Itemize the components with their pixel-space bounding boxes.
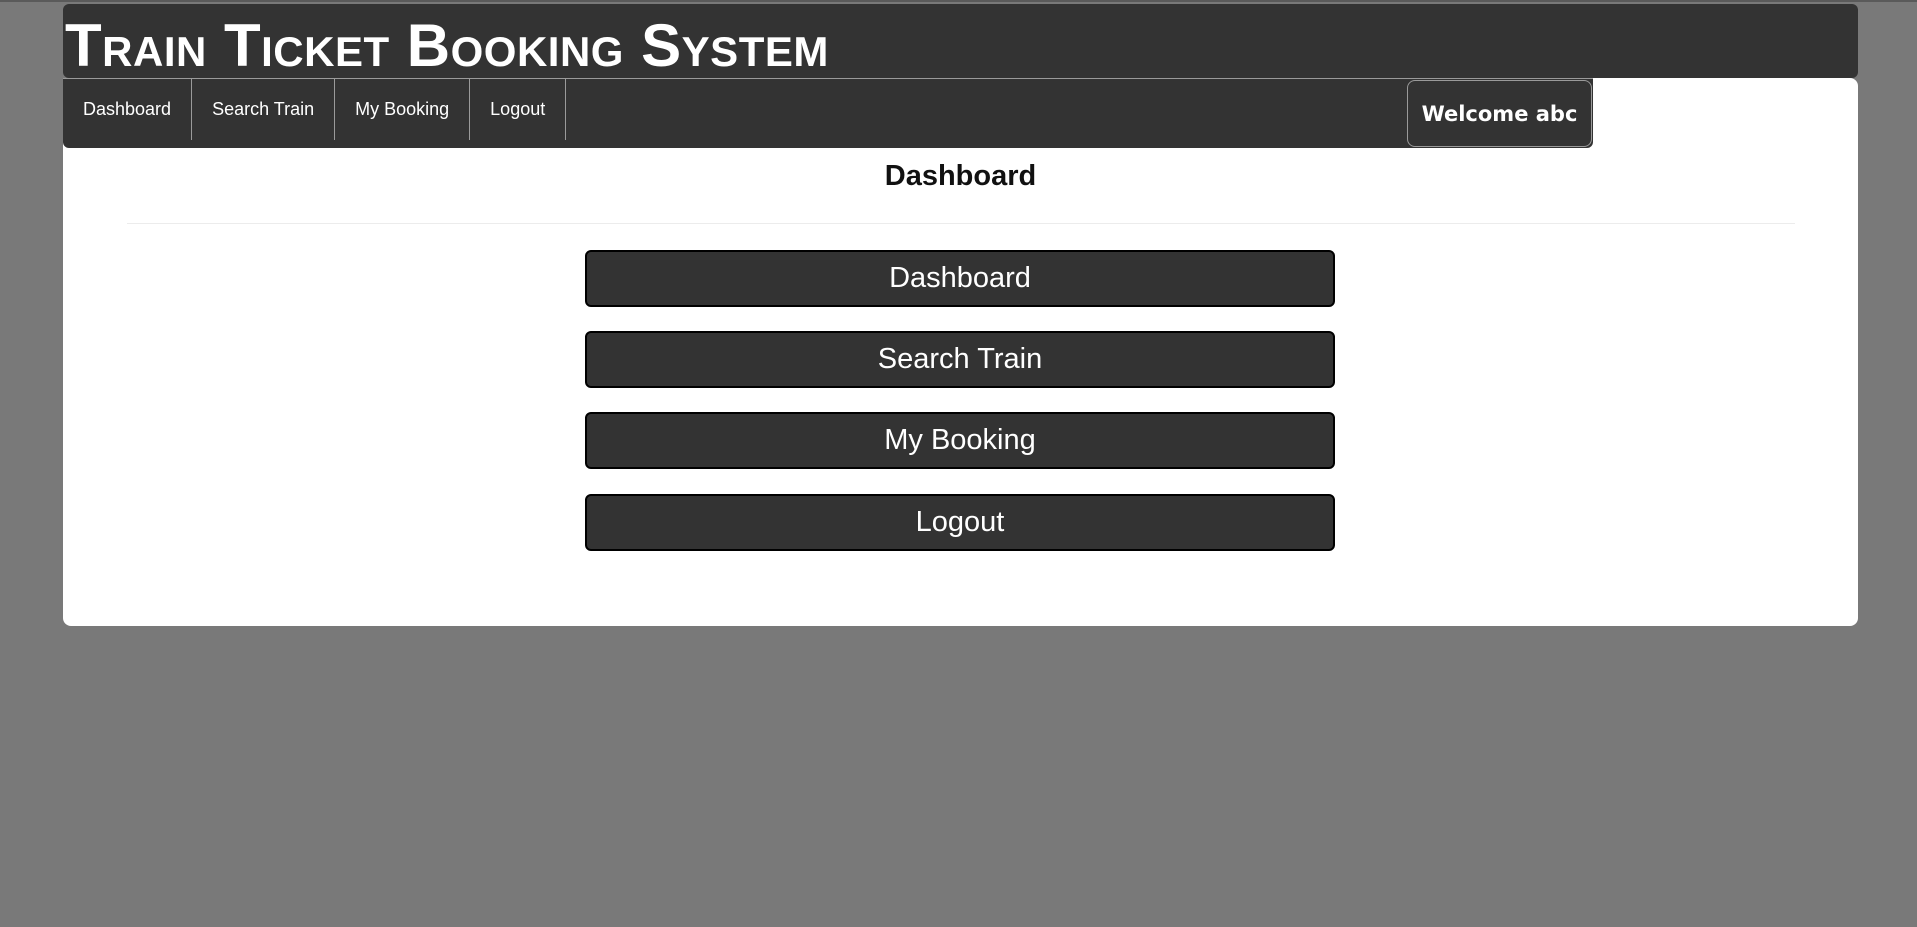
dashboard-button[interactable]: Dashboard [585, 250, 1335, 307]
site-header: Train Ticket Booking System [63, 4, 1858, 79]
nav-item-search-train[interactable]: Search Train [192, 79, 336, 140]
nav-item-my-booking[interactable]: My Booking [335, 79, 471, 140]
my-booking-button[interactable]: My Booking [585, 412, 1335, 469]
logout-button[interactable]: Logout [585, 494, 1335, 551]
title-divider [127, 223, 1795, 224]
site-title: Train Ticket Booking System [65, 12, 829, 79]
top-edge-line [0, 0, 1917, 2]
welcome-user-badge: Welcome abc [1407, 80, 1592, 147]
nav-item-dashboard[interactable]: Dashboard [63, 79, 193, 140]
nav-list: Dashboard Search Train My Booking Logout [63, 79, 567, 140]
nav-bar: Dashboard Search Train My Booking Logout [63, 78, 1593, 148]
search-train-button[interactable]: Search Train [585, 331, 1335, 388]
page-title: Dashboard [884, 160, 1037, 192]
nav-item-logout[interactable]: Logout [470, 79, 567, 140]
